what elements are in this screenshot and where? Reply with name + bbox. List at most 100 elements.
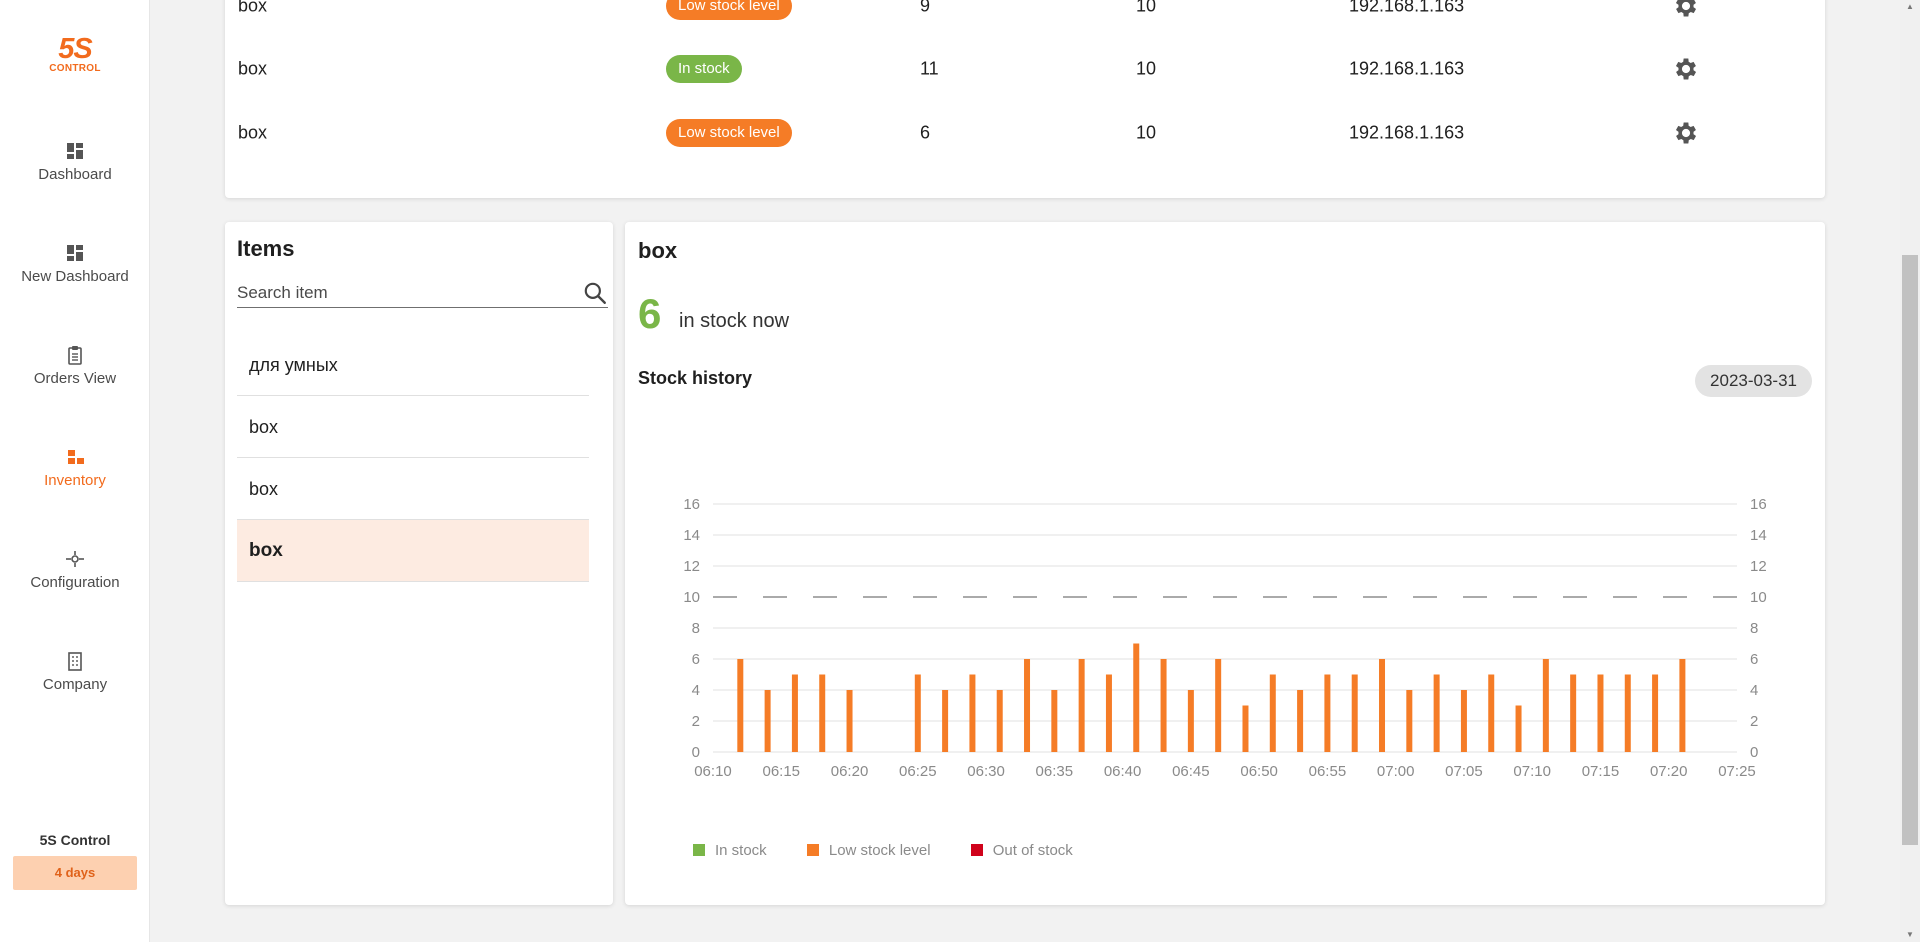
nav-label: Dashboard	[38, 166, 112, 183]
search-box	[237, 278, 608, 308]
chart-bar	[1515, 705, 1522, 752]
logo[interactable]: 5S CONTROL	[0, 34, 150, 74]
chart-bar	[1242, 705, 1249, 752]
chart-bar	[791, 674, 798, 752]
item-name: box	[238, 122, 268, 143]
trial-title: 5S Control	[39, 832, 111, 848]
chart-bar	[1652, 674, 1659, 752]
items-panel: Items для умных box box box	[225, 222, 613, 905]
nav-item-inventory[interactable]: Inventory	[0, 446, 150, 489]
x-tick-label: 06:25	[899, 763, 937, 780]
nav-label: New Dashboard	[21, 268, 129, 285]
legend-label: Low stock level	[828, 842, 931, 859]
chart-bar	[1078, 659, 1085, 752]
chart-bar	[1460, 690, 1467, 752]
list-item-selected[interactable]: box	[237, 520, 589, 582]
chart-bar	[1433, 674, 1440, 752]
chart-bar	[1570, 674, 1577, 752]
legend-label: In stock	[715, 842, 767, 859]
search-input[interactable]	[237, 278, 567, 307]
y-tick-label-right: 12	[1750, 558, 1767, 575]
y-tick-label-left: 10	[683, 589, 700, 606]
y-tick-label-left: 4	[692, 682, 700, 699]
chart-bar	[1542, 659, 1549, 752]
logo-subtitle: CONTROL	[49, 63, 101, 74]
gear-icon[interactable]	[1672, 119, 1700, 147]
table-row[interactable]: box Low stock level 9 10 192.168.1.163	[225, 0, 1825, 36]
y-tick-label-right: 0	[1750, 744, 1758, 761]
chart-bar	[1624, 674, 1631, 752]
y-tick-label-right: 4	[1750, 682, 1758, 699]
search-icon[interactable]	[582, 280, 608, 306]
chart-bar	[1051, 690, 1058, 752]
y-tick-label-right: 14	[1750, 527, 1767, 544]
status-badge: Low stock level	[666, 119, 792, 147]
inventory-icon	[68, 450, 84, 464]
gear-icon[interactable]	[1672, 0, 1700, 20]
legend-item-low-stock[interactable]: Low stock level	[806, 842, 931, 859]
nav-label: Inventory	[44, 472, 106, 489]
chart-bar	[846, 690, 853, 752]
scroll-up-arrow[interactable]: ▲	[1900, 0, 1920, 14]
camera-ip: 192.168.1.163	[1349, 0, 1465, 16]
x-tick-label: 06:35	[1036, 763, 1074, 780]
legend-item-out-of-stock[interactable]: Out of stock	[970, 842, 1073, 859]
chart-bar	[1488, 674, 1495, 752]
chart-bar	[1269, 674, 1276, 752]
nav-item-new-dashboard[interactable]: New Dashboard	[0, 242, 150, 285]
nav-item-orders-view[interactable]: Orders View	[0, 344, 150, 387]
chart-bar	[1324, 674, 1331, 752]
chart-bar	[942, 690, 949, 752]
chart-bar	[819, 674, 826, 752]
nav-item-configuration[interactable]: Configuration	[0, 548, 150, 591]
current-quantity: 11	[920, 58, 939, 79]
low-stock-limit: 10	[1136, 58, 1157, 79]
list-item[interactable]: box	[237, 396, 589, 458]
scroll-down-arrow[interactable]: ▼	[1900, 928, 1920, 942]
x-tick-label: 06:50	[1240, 763, 1278, 780]
x-tick-label: 06:55	[1309, 763, 1347, 780]
chart-bar	[1379, 659, 1386, 752]
x-tick-label: 07:25	[1718, 763, 1756, 780]
table-row[interactable]: box In stock 11 10 192.168.1.163	[225, 39, 1825, 99]
sidebar: 5S CONTROL Dashboard New Dashboard Order…	[0, 0, 150, 942]
nav-label: Company	[42, 676, 108, 693]
dashboard-icon	[67, 245, 83, 261]
legend-swatch	[970, 844, 983, 856]
x-tick-label: 06:30	[967, 763, 1005, 780]
gear-icon[interactable]	[1672, 55, 1700, 83]
dashboard-icon	[67, 143, 83, 159]
x-tick-label: 06:40	[1104, 763, 1142, 780]
trial-days-badge[interactable]: 4 days	[13, 856, 137, 890]
y-tick-label-left: 6	[692, 651, 700, 668]
nav-item-company[interactable]: Company	[0, 650, 150, 693]
scrollbar-thumb[interactable]	[1902, 255, 1918, 845]
legend-item-in-stock[interactable]: In stock	[693, 842, 767, 859]
list-item[interactable]: для умных	[237, 334, 589, 396]
nav-item-dashboard[interactable]: Dashboard	[0, 140, 150, 183]
x-tick-label: 06:10	[694, 763, 732, 780]
chart-bar	[1215, 659, 1222, 752]
trial-info: 5S Control 4 days	[0, 832, 150, 890]
chart-legend: In stock Low stock level Out of stock	[693, 842, 1109, 859]
y-tick-label-right: 8	[1750, 620, 1758, 637]
chart-bar	[996, 690, 1003, 752]
table-row[interactable]: box Low stock level 6 10 192.168.1.163	[225, 103, 1825, 163]
status-badge: Low stock level	[666, 0, 792, 20]
y-tick-label-right: 10	[1750, 589, 1767, 606]
chart-bar	[1133, 643, 1140, 752]
y-tick-label-right: 6	[1750, 651, 1758, 668]
chart-bar	[1187, 690, 1194, 752]
list-item[interactable]: box	[237, 458, 589, 520]
chart-bar	[1297, 690, 1304, 752]
legend-label: Out of stock	[992, 842, 1073, 859]
low-stock-limit: 10	[1136, 122, 1157, 143]
low-stock-limit: 10	[1136, 0, 1157, 16]
y-tick-label-left: 14	[683, 527, 700, 544]
current-quantity: 6	[920, 122, 931, 143]
status-badge: In stock	[666, 55, 742, 83]
y-tick-label-left: 16	[683, 496, 700, 513]
chart-bar	[969, 674, 976, 752]
chart-bar	[914, 674, 921, 752]
y-tick-label-left: 8	[692, 620, 700, 637]
